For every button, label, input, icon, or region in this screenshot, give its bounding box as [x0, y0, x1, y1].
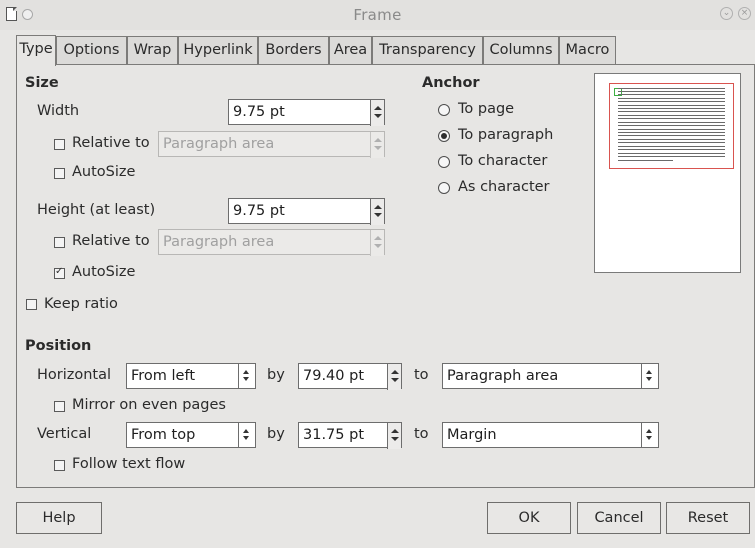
cancel-button[interactable]: Cancel	[577, 502, 661, 534]
horizontal-by-field[interactable]: 79.40 pt	[298, 363, 402, 390]
anchor-option-label: To paragraph	[458, 127, 554, 143]
minimize-icon[interactable]: ⌄	[720, 7, 733, 20]
horizontal-by-spin[interactable]	[387, 364, 401, 390]
anchor-as-character-radio[interactable]	[438, 182, 450, 194]
vertical-by-field[interactable]: 31.75 pt	[298, 422, 402, 449]
tab-borders[interactable]: Borders	[258, 36, 329, 64]
horizontal-select[interactable]: From left	[126, 363, 256, 389]
width-label: Width	[37, 103, 80, 119]
vertical-by-spin[interactable]	[387, 423, 401, 449]
height-label: Height (at least)	[37, 202, 156, 218]
width-autosize-checkbox[interactable]	[54, 168, 65, 179]
anchor-to-paragraph-radio[interactable]	[438, 130, 450, 142]
vertical-to-label: to	[414, 426, 429, 442]
height-field[interactable]: 9.75 pt	[228, 198, 385, 225]
width-autosize-label: AutoSize	[72, 164, 136, 180]
anchor-to-character-radio[interactable]	[438, 156, 450, 168]
tab-type[interactable]: Type	[16, 35, 56, 66]
tab-hyperlink[interactable]: Hyperlink	[178, 36, 258, 64]
tab-transparency[interactable]: Transparency	[372, 36, 483, 64]
height-relative-checkbox[interactable]	[54, 237, 65, 248]
reset-button[interactable]: Reset	[666, 502, 750, 534]
tab-columns[interactable]: Columns	[483, 36, 559, 64]
height-autosize-label: AutoSize	[72, 264, 136, 280]
tab-options[interactable]: Options	[56, 36, 127, 64]
width-relative-checkbox[interactable]	[54, 139, 65, 150]
anchor-option-label: To character	[458, 153, 548, 169]
horizontal-to-select[interactable]: Paragraph area	[442, 363, 659, 389]
vertical-select[interactable]: From top	[126, 422, 256, 448]
height-relative-label: Relative to	[72, 233, 150, 249]
horizontal-to-label: to	[414, 367, 429, 383]
anchor-to-page-radio[interactable]	[438, 104, 450, 116]
vertical-label: Vertical	[37, 426, 92, 442]
window-title: Frame	[353, 6, 402, 24]
horizontal-by-label: by	[267, 367, 285, 383]
keep-ratio-label: Keep ratio	[44, 296, 118, 312]
mirror-checkbox[interactable]	[54, 401, 65, 412]
title-bar: Frame ⌄ ×	[0, 0, 755, 30]
mirror-label: Mirror on even pages	[72, 397, 226, 413]
frame-preview	[594, 73, 741, 273]
width-field[interactable]: 9.75 pt	[228, 99, 385, 126]
tab-wrap[interactable]: Wrap	[127, 36, 178, 64]
anchor-option-label: As character	[458, 179, 550, 195]
follow-text-flow-label: Follow text flow	[72, 456, 186, 472]
width-relative-label: Relative to	[72, 135, 150, 151]
height-autosize-checkbox[interactable]	[54, 266, 65, 279]
keep-ratio-checkbox[interactable]	[26, 299, 37, 310]
follow-text-flow-checkbox[interactable]	[54, 460, 65, 471]
anchor-option-label: To page	[458, 101, 515, 117]
height-relative-select: Paragraph area	[158, 229, 385, 256]
horizontal-label: Horizontal	[37, 367, 112, 383]
height-spin[interactable]	[370, 199, 384, 225]
vertical-to-select[interactable]: Margin	[442, 422, 659, 448]
anchor-heading: Anchor	[422, 75, 480, 91]
position-heading: Position	[25, 338, 92, 354]
ok-button[interactable]: OK	[487, 502, 571, 534]
width-spin[interactable]	[370, 100, 384, 126]
tab-macro[interactable]: Macro	[559, 36, 616, 64]
vertical-by-label: by	[267, 426, 285, 442]
close-icon[interactable]: ×	[738, 7, 751, 20]
tab-area[interactable]: Area	[329, 36, 372, 64]
help-button[interactable]: Help	[16, 502, 102, 534]
size-heading: Size	[25, 75, 59, 91]
width-relative-select: Paragraph area	[158, 131, 385, 158]
